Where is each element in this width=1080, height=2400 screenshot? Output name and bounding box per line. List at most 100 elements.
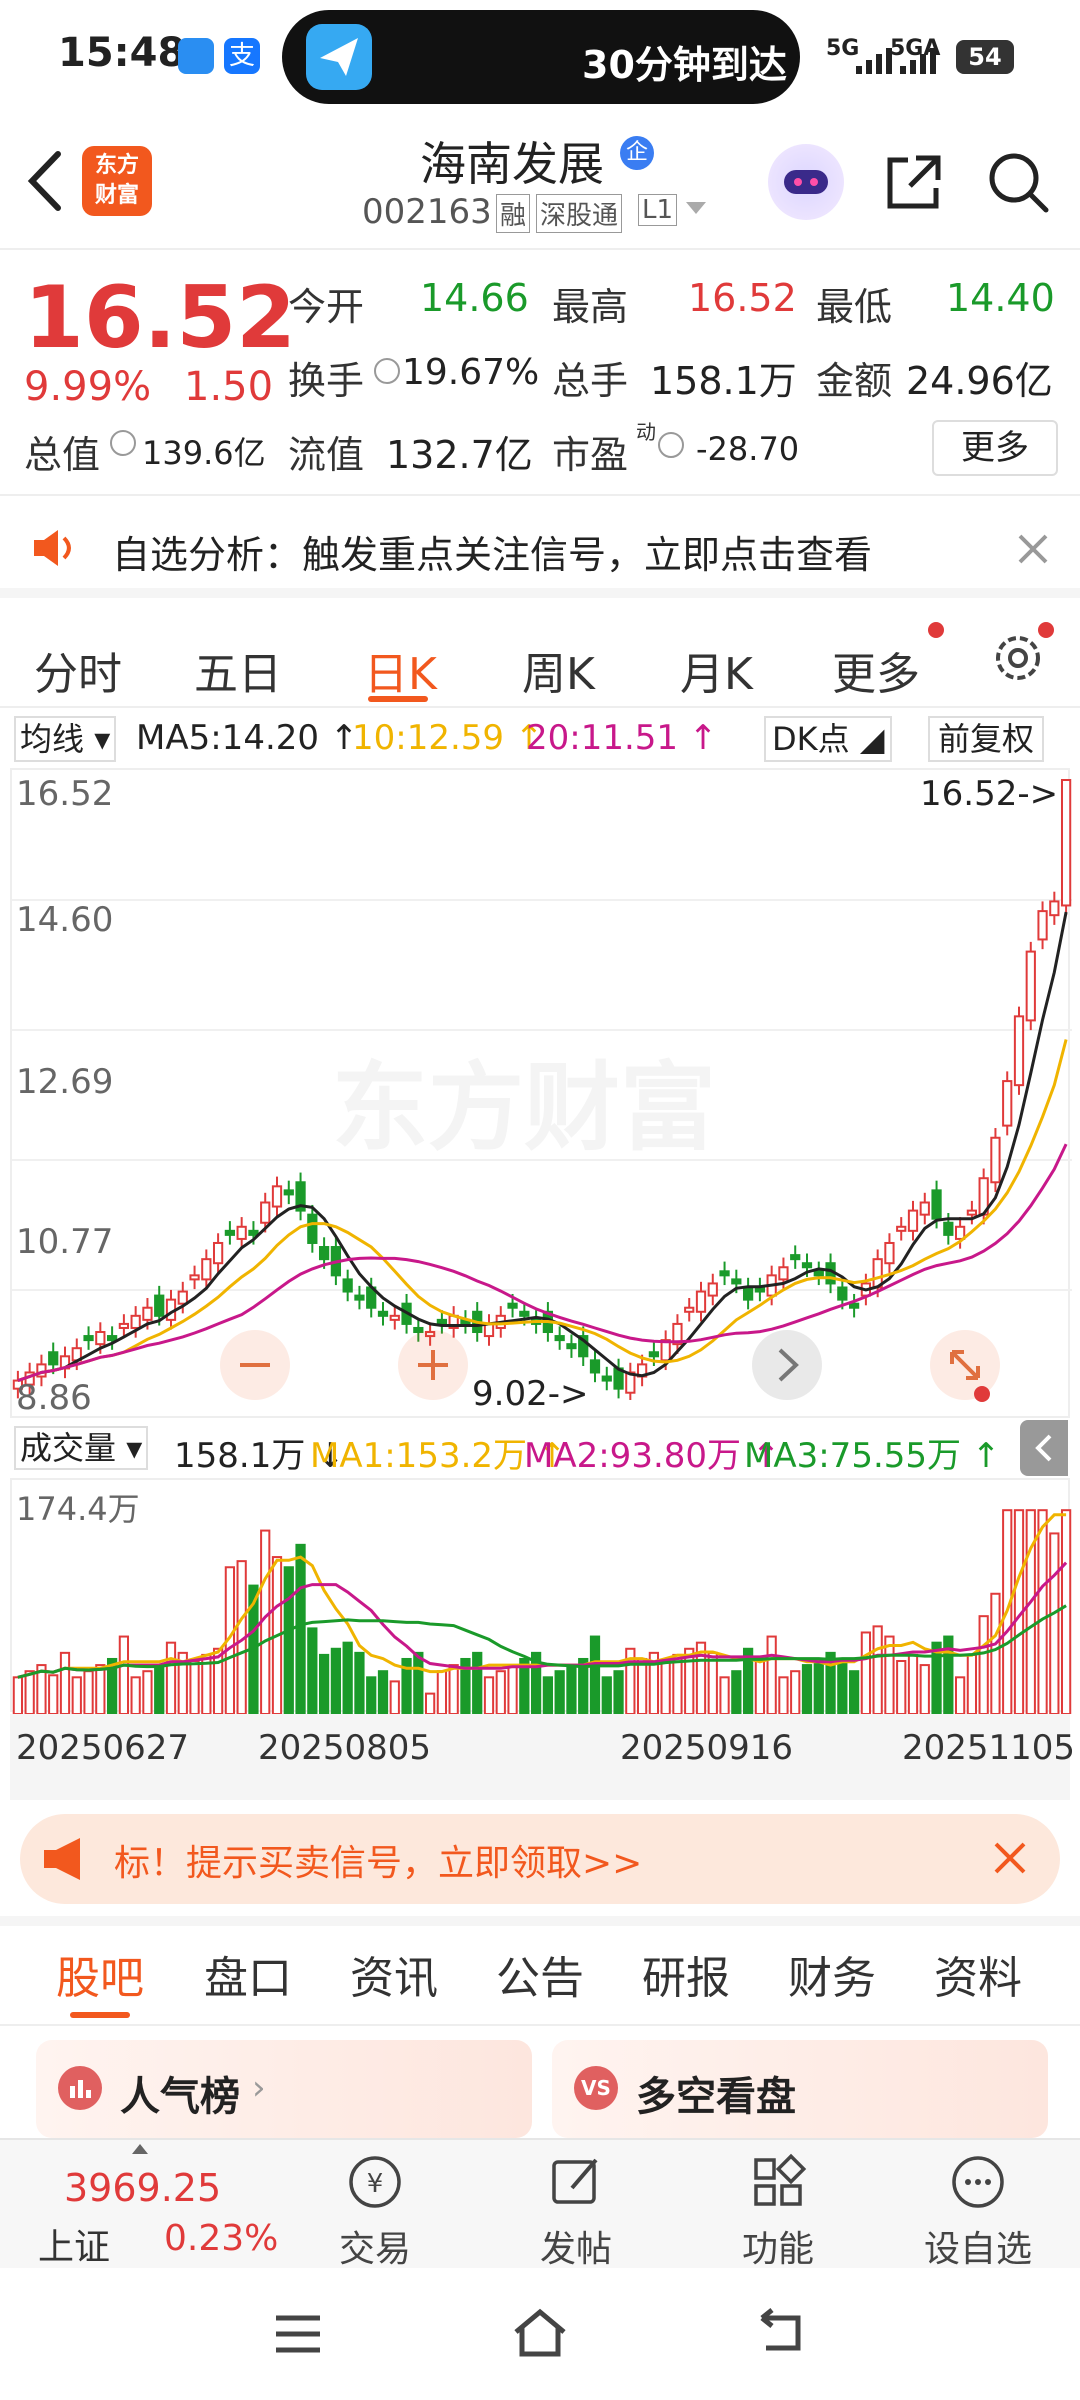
vol-ma1-text: MA1:153.2万 [310, 1436, 528, 1476]
pe-value: -28.70 [696, 430, 800, 468]
back-icon[interactable] [20, 146, 70, 216]
popularity-label: 人气榜 [120, 2074, 240, 2120]
candle [436, 1318, 448, 1325]
close-icon[interactable] [1016, 532, 1050, 566]
candle [389, 1314, 400, 1321]
tab-announcements[interactable]: 公告 [496, 1942, 584, 2006]
price-axis-label: 16.52 [16, 774, 114, 814]
volume-bar [813, 1657, 824, 1714]
candle [648, 1351, 660, 1358]
chart-period-tabs: 分时 五日 日K 周K 月K 更多 [0, 608, 1080, 708]
candle [896, 1225, 907, 1232]
tab-daily-k[interactable]: 日K [364, 638, 437, 702]
fullscreen-icon[interactable] [930, 1330, 1000, 1400]
promo-banner[interactable]: 标！提示买卖信号，立即领取>> [20, 1814, 1060, 1904]
back-nav-icon[interactable] [752, 2308, 808, 2358]
info-icon[interactable] [374, 358, 400, 384]
candle [1002, 1080, 1013, 1127]
volume-bar [330, 1647, 342, 1714]
candle [95, 1331, 106, 1346]
kline-chart[interactable]: 东方财富 16.52 14.60 12.69 10.77 8.86 16.52-… [10, 768, 1072, 1418]
volume-bar [366, 1676, 377, 1714]
navigation-app-icon [306, 24, 372, 90]
open-value: 14.66 [420, 276, 529, 320]
bull-bear-label: 多空看盘 [636, 2074, 796, 2120]
change-amount: 1.50 [184, 364, 274, 410]
volume-bar [837, 1660, 848, 1714]
share-icon[interactable] [882, 150, 946, 214]
volume-bar [860, 1631, 872, 1714]
tab-weekly-k[interactable]: 周K [522, 638, 595, 702]
dk-point-button[interactable]: DK点 ◢ [764, 716, 893, 762]
dynamic-island[interactable]: 30分钟到达 [282, 10, 800, 104]
functions-button[interactable]: 功能 [708, 2152, 848, 2272]
tab-intraday[interactable]: 分时 [34, 638, 122, 702]
zoom-in-button[interactable] [398, 1330, 468, 1400]
tab-financials[interactable]: 财务 [788, 1942, 876, 2006]
candle [519, 1310, 530, 1317]
trade-button[interactable]: ¥ 交易 [305, 2152, 445, 2272]
adjust-button[interactable]: 前复权 [928, 716, 1045, 762]
tab-monthly-k[interactable]: 月K [680, 638, 753, 702]
candle [142, 1306, 153, 1321]
post-label: 发帖 [539, 2229, 612, 2270]
ma5-value: MA5:14.20 ↑ [136, 718, 359, 758]
post-button[interactable]: 发帖 [506, 2152, 646, 2272]
candle [236, 1225, 247, 1240]
volume-bar [589, 1635, 601, 1714]
change-percent: 9.99% [24, 364, 152, 410]
info-icon[interactable] [658, 432, 684, 458]
tab-forum[interactable]: 股吧 [56, 1942, 144, 2006]
telegram-icon [178, 38, 214, 74]
bull-bear-card[interactable]: VS 多空看盘 [552, 2040, 1048, 2138]
info-icon[interactable] [110, 430, 136, 456]
menu-icon[interactable] [272, 2312, 324, 2356]
close-icon[interactable] [988, 1836, 1032, 1880]
app-logo[interactable]: 东方 财富 [82, 146, 152, 216]
ma-selector[interactable]: 均线 ▾ [14, 716, 117, 762]
volume-bar [896, 1660, 907, 1714]
ma10-value: 10:12.59 ↑ [352, 718, 544, 758]
robot-assistant-icon[interactable] [768, 144, 844, 220]
home-icon[interactable] [510, 2304, 570, 2360]
index-value[interactable]: 3969.25 [64, 2166, 221, 2210]
tab-profile[interactable]: 资料 [934, 1942, 1022, 2006]
volume-bar [71, 1676, 82, 1714]
candle [212, 1241, 224, 1265]
candle [260, 1201, 271, 1224]
volume-bar [342, 1641, 353, 1714]
collapse-panel-icon[interactable] [1020, 1420, 1068, 1476]
tab-five-day[interactable]: 五日 [194, 638, 282, 702]
candle [1060, 779, 1072, 907]
dropdown-icon[interactable] [686, 202, 706, 214]
volume-bar [719, 1676, 730, 1714]
candle [731, 1278, 742, 1285]
enterprise-badge: 企 [620, 136, 654, 170]
svg-text:¥: ¥ [367, 2169, 384, 2199]
add-watchlist-button[interactable]: 设自选 [908, 2152, 1048, 2272]
open-label: 今开 [288, 285, 365, 329]
zoom-out-button[interactable] [220, 1330, 290, 1400]
popularity-card[interactable]: 人气榜 › [36, 2040, 532, 2138]
candle [177, 1290, 188, 1305]
next-button[interactable] [752, 1330, 822, 1400]
chevron-right-icon: › [252, 2068, 266, 2108]
candle [1049, 900, 1060, 917]
tab-research[interactable]: 研报 [642, 1942, 730, 2006]
vol-ma3: MA3:75.55万 ↑ [744, 1436, 1001, 1476]
tab-order-book[interactable]: 盘口 [204, 1942, 292, 2006]
notice-bar[interactable]: 自选分析：触发重点关注信号，立即点击查看 [0, 500, 1080, 598]
more-button[interactable]: 更多 [932, 420, 1058, 476]
tab-news[interactable]: 资讯 [350, 1942, 438, 2006]
signal-5g-label: 5G [826, 36, 860, 61]
settings-icon[interactable] [990, 630, 1046, 686]
signal-bars-2-icon [900, 48, 944, 74]
candle [684, 1306, 695, 1313]
tab-more[interactable]: 更多 [832, 638, 920, 702]
search-icon[interactable] [986, 150, 1050, 214]
mktcap-value: 139.6亿 [142, 434, 266, 472]
volume-chart[interactable]: 174.4万 [10, 1478, 1072, 1714]
volume-selector[interactable]: 成交量 ▾ [14, 1426, 149, 1470]
quote-panel: 16.52 9.99% 1.50 今开 14.66 最高 16.52 最低 14… [0, 250, 1080, 496]
candle [943, 1221, 954, 1236]
